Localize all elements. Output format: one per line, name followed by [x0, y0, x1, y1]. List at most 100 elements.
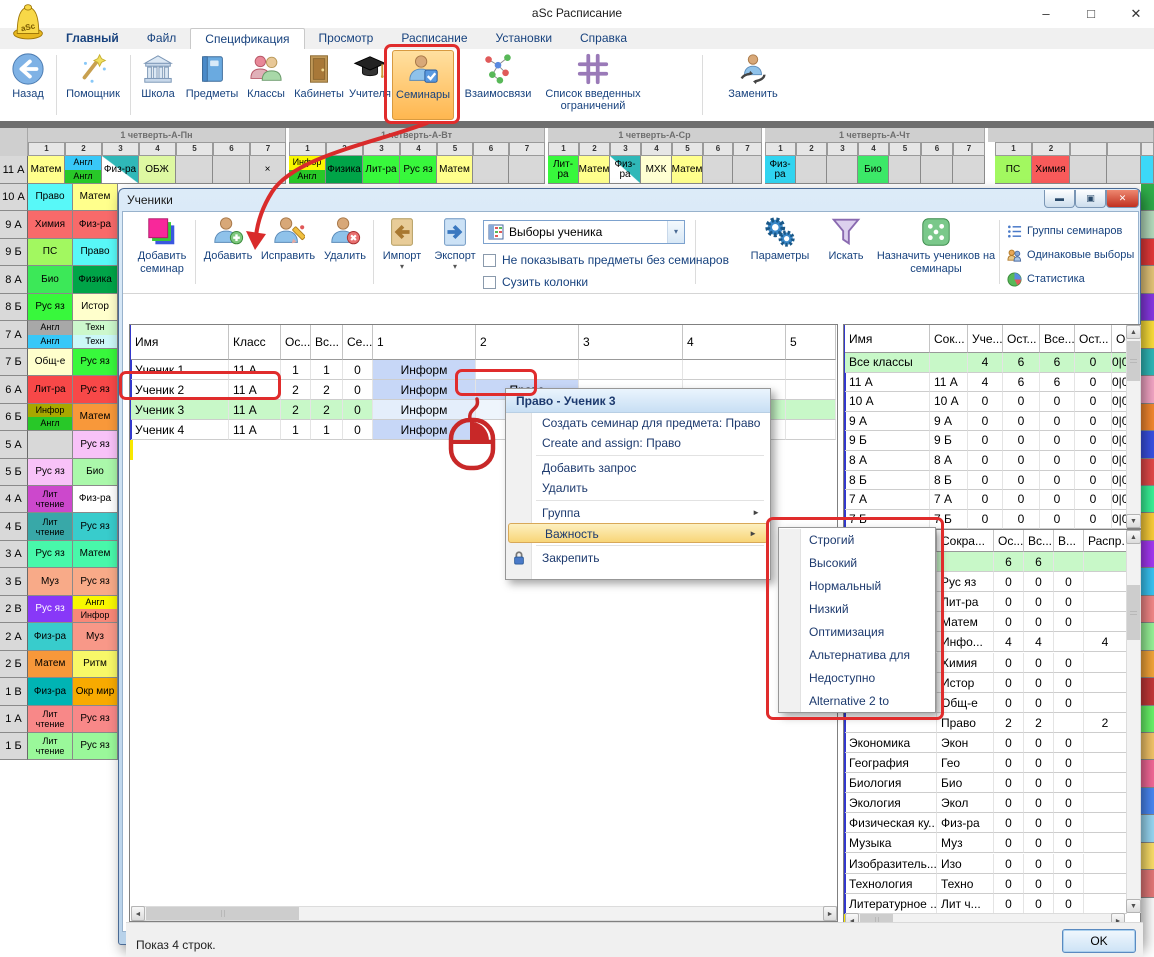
table-cell[interactable]: Биология: [845, 773, 937, 793]
table-cell[interactable]: Лит-ра: [937, 592, 994, 612]
timetable-cell[interactable]: Матем: [28, 651, 73, 678]
table-cell[interactable]: [786, 400, 836, 420]
table-cell[interactable]: 0: [968, 412, 1003, 432]
table-cell[interactable]: 0|0: [1112, 373, 1127, 393]
timetable-cell[interactable]: Лит чтение: [28, 513, 73, 541]
ok-button[interactable]: OK: [1062, 929, 1136, 953]
table-cell[interactable]: 0: [968, 431, 1003, 451]
timetable-cell[interactable]: Химия: [1032, 156, 1070, 184]
table-cell[interactable]: 9 А: [930, 412, 968, 432]
dialog-maximize-icon[interactable]: ▣: [1075, 190, 1106, 208]
table-cell[interactable]: 9 А: [845, 412, 930, 432]
table-cell[interactable]: 0: [1024, 592, 1054, 612]
toolbar-button-delete[interactable]: Удалить: [319, 214, 371, 263]
table-cell[interactable]: Музыка: [845, 833, 937, 853]
timetable-cell[interactable]: Лит чтение: [28, 733, 73, 760]
table-cell[interactable]: Экология: [845, 793, 937, 813]
table-cell[interactable]: 11 А: [930, 373, 968, 393]
table-cell[interactable]: Химия: [937, 653, 994, 673]
timetable-class-label[interactable]: 4 А: [0, 486, 28, 513]
timetable-cell[interactable]: Рус яз: [73, 513, 118, 541]
table-cell[interactable]: 11 А: [229, 380, 281, 400]
timetable-class-label[interactable]: 5 А: [0, 431, 28, 459]
timetable-class-label[interactable]: 1 В: [0, 678, 28, 706]
table-cell[interactable]: 0: [1040, 510, 1075, 530]
table-cell[interactable]: 0: [1054, 592, 1084, 612]
table-cell[interactable]: 6: [1040, 353, 1075, 373]
timetable-cell[interactable]: Истор: [73, 294, 118, 321]
timetable-cell[interactable]: Рус яз: [73, 568, 118, 596]
table-cell[interactable]: 9 Б: [930, 431, 968, 451]
table-cell[interactable]: Информ: [373, 380, 476, 400]
column-header-Сокра...[interactable]: Сокра...: [937, 530, 994, 552]
column-header-Уче...[interactable]: Уче...: [968, 325, 1003, 353]
table-cell[interactable]: 0|0: [1112, 451, 1127, 471]
submenu-item-Низкий[interactable]: Низкий: [779, 598, 935, 621]
table-cell[interactable]: 1: [311, 420, 343, 440]
timetable-cell[interactable]: Общ-е: [28, 349, 73, 376]
table-cell[interactable]: 0: [994, 612, 1024, 632]
timetable-cell[interactable]: [921, 156, 953, 184]
table-cell[interactable]: 0: [1024, 813, 1054, 833]
table-cell[interactable]: [1084, 753, 1127, 773]
table-cell[interactable]: 2: [311, 380, 343, 400]
timetable-cell[interactable]: [1141, 156, 1154, 184]
timetable-cell[interactable]: Окр мир: [73, 678, 118, 706]
table-cell[interactable]: 0: [994, 793, 1024, 813]
table-cell[interactable]: [845, 713, 937, 733]
ribbon-button-Учителя[interactable]: Учителя: [348, 50, 392, 120]
table-cell[interactable]: Физ-ра: [937, 813, 994, 833]
checkbox[interactable]: [483, 276, 496, 289]
table-cell[interactable]: 4: [994, 632, 1024, 652]
student-choices-dropdown[interactable]: Выборы ученика▾: [483, 220, 685, 244]
table-cell[interactable]: 0: [994, 874, 1024, 894]
timetable-cell[interactable]: АнглАнгл: [28, 321, 73, 349]
ribbon-button-Помощник[interactable]: Помощник: [60, 50, 126, 120]
timetable-cell[interactable]: [703, 156, 733, 184]
timetable-cell[interactable]: Матем: [73, 404, 118, 431]
column-header-Имя[interactable]: Имя: [845, 325, 930, 353]
table-cell[interactable]: 2: [281, 380, 311, 400]
timetable-class-label[interactable]: 2 Б: [0, 651, 28, 678]
table-cell[interactable]: 0: [1024, 773, 1054, 793]
timetable-subcell[interactable]: Англ: [28, 335, 72, 349]
table-cell[interactable]: Экон: [937, 733, 994, 753]
chevron-down-icon[interactable]: ▾: [377, 263, 427, 271]
table-cell[interactable]: [1084, 693, 1127, 713]
table-cell[interactable]: 0: [1024, 653, 1054, 673]
table-cell[interactable]: [937, 552, 994, 572]
timetable-cell[interactable]: Физ-ра: [28, 623, 73, 651]
timetable-cell[interactable]: Физ-ра: [28, 678, 73, 706]
table-cell[interactable]: Гео: [937, 753, 994, 773]
timetable-subcell[interactable]: Инфор: [289, 156, 325, 170]
table-cell[interactable]: [1084, 813, 1127, 833]
table-cell[interactable]: 0: [1054, 793, 1084, 813]
scroll-up-icon[interactable]: ▲: [1126, 530, 1141, 544]
timetable-cell[interactable]: Рус яз: [28, 596, 73, 623]
table-cell[interactable]: 2: [281, 400, 311, 420]
timetable-cell[interactable]: ПС: [28, 239, 73, 266]
ribbon-button-Предметы[interactable]: Предметы: [184, 50, 240, 120]
timetable-cell[interactable]: [509, 156, 545, 184]
scroll-thumb[interactable]: [1127, 341, 1140, 381]
toolbar-button-search[interactable]: Искать: [821, 214, 871, 263]
table-cell[interactable]: 0: [1040, 431, 1075, 451]
timetable-class-label[interactable]: 10 А: [0, 184, 28, 211]
timetable-cell[interactable]: Муз: [73, 623, 118, 651]
toolbar-button-export[interactable]: Экспорт▾: [429, 214, 481, 271]
scroll-right-icon[interactable]: ►: [823, 906, 837, 921]
timetable-class-label[interactable]: 11 А: [0, 156, 28, 184]
table-cell[interactable]: Информ: [373, 420, 476, 440]
timetable-cell[interactable]: [827, 156, 858, 184]
table-cell[interactable]: 0: [968, 510, 1003, 530]
timetable-cell[interactable]: ОБЖ: [139, 156, 176, 184]
column-header-Се...[interactable]: Се...: [343, 325, 373, 360]
table-cell[interactable]: 0: [1040, 412, 1075, 432]
table-cell[interactable]: 0: [1054, 773, 1084, 793]
timetable-class-label[interactable]: 6 А: [0, 376, 28, 404]
table-cell[interactable]: Информ: [373, 400, 476, 420]
timetable-cell[interactable]: Матем: [73, 541, 118, 568]
timetable-class-label[interactable]: 2 В: [0, 596, 28, 623]
table-cell[interactable]: 0: [1024, 673, 1054, 693]
table-cell[interactable]: 0|0: [1112, 471, 1127, 491]
